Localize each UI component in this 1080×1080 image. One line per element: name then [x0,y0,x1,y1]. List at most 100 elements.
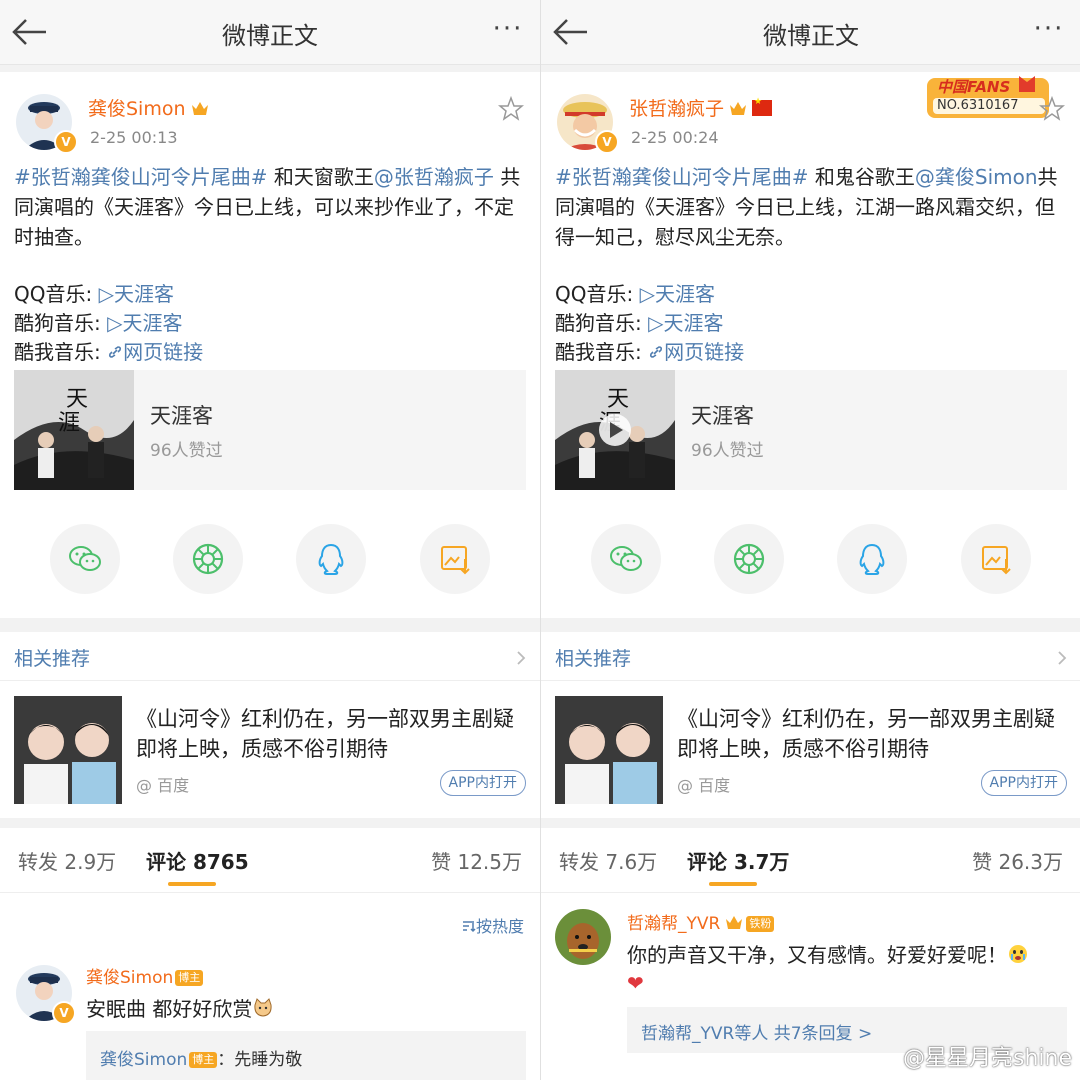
china-flag-icon [752,97,773,116]
moments-share-button[interactable] [714,524,784,594]
comment-author[interactable]: 哲瀚帮_YVR 铁粉 [627,909,775,934]
page-title: 微博正文 [222,22,318,50]
heart-emoji: ❤ [627,971,644,995]
tab-like[interactable]: 赞 12.5万 [431,846,522,875]
music-line-qq: QQ音乐: ▷天涯客 [14,282,174,306]
link-icon [650,346,663,358]
music-link[interactable]: ▷天涯客 [640,282,715,306]
page-title: 微博正文 [763,22,859,50]
topic-link[interactable]: #张哲瀚龚俊山河令片尾曲# [14,165,268,189]
svg-text:天: 天 [66,387,88,412]
more-options-icon[interactable]: ··· [1029,14,1069,50]
music-card[interactable]: 天涯 天涯客 96人赞过 [14,370,526,490]
music-link[interactable]: ▷天涯客 [107,311,182,335]
wechat-icon [69,546,101,571]
wechat-icon [610,546,642,571]
screenshot: 微博正文 ··· V 龚俊Simon 2-25 00:13 #张哲瀚龚俊山河令片… [0,0,1080,1080]
tab-forward[interactable]: 转发 2.9万 [18,846,116,875]
related-thumbnail-image [555,696,663,804]
related-source: @ 百度 [136,776,190,795]
super-fan-tag: 铁粉 [746,916,775,932]
related-header: 相关推荐 [555,648,632,670]
album-cover-image: 天涯 [555,370,675,490]
related-header: 相关推荐 [14,648,91,670]
svg-text:天: 天 [607,387,629,412]
cat-emoji-icon [254,998,272,1017]
related-recommendation[interactable]: 相关推荐 《山河令》红利仍在，另一部双男主剧疑即将上映，质感不俗引期待 @ 百度… [541,632,1080,818]
moments-icon [733,543,765,575]
qq-share-button[interactable] [296,524,366,594]
save-image-button[interactable] [961,524,1031,594]
comment-list: 按热度 V 龚俊Simon 博主 安眠曲 都好好欣赏 龚俊Simon 博主 ：先睡为敬 [0,893,540,1080]
save-image-icon [982,546,1011,575]
verified-badge: V [595,130,619,154]
music-line-kugou: 酷狗音乐: ▷天涯客 [14,311,183,335]
music-line-kuwo: 酷我音乐: 网页链接 [555,340,745,364]
sort-by-hot-button[interactable]: 按热度 [462,913,524,937]
crown-icon [726,916,743,929]
related-thumbnail-image [14,696,122,804]
mention-link[interactable]: @张哲瀚疯子 [374,165,494,189]
watermark: @星星月亮shine [903,1046,1072,1071]
music-card[interactable]: 天涯 天涯客 96人赞过 [555,370,1067,490]
post-time: 2-25 00:13 [90,128,178,147]
music-title: 天涯客 [150,404,213,428]
author-name[interactable]: 龚俊Simon [88,94,210,121]
chevron-right-icon [1058,651,1067,665]
fans-number: NO.6310167 [937,98,1019,113]
music-likes: 96人赞过 [691,441,764,461]
top-bar: 微博正文 ··· [0,0,540,65]
share-bar [541,524,1080,596]
link-icon [109,346,122,358]
web-link[interactable]: 网页链接 [107,340,203,364]
divider [0,680,540,681]
music-line-kugou: 酷狗音乐: ▷天涯客 [555,311,724,335]
related-recommendation[interactable]: 相关推荐 《山河令》红利仍在，另一部双男主剧疑即将上映，质感不俗引期待 @ 百度… [0,632,540,818]
open-in-app-button[interactable]: APP内打开 [439,770,526,796]
reply-preview[interactable]: 龚俊Simon 博主 ：先睡为敬 [86,1031,526,1080]
fans-brand: 中国FANS [937,78,1011,96]
topic-link[interactable]: #张哲瀚龚俊山河令片尾曲# [555,165,809,189]
comment-text: 你的声音又干净，又有感情。好爱好爱呢！ ❤ [627,941,1067,997]
active-tab-indicator [168,882,216,886]
post-text: #张哲瀚龚俊山河令片尾曲# 和鬼谷歌王@龚俊Simon共同演唱的《天涯客》今日已… [555,165,1058,249]
post-card: V 龚俊Simon 2-25 00:13 #张哲瀚龚俊山河令片尾曲# 和天窗歌王… [0,72,540,618]
wechat-share-button[interactable] [591,524,661,594]
open-in-app-button[interactable]: APP内打开 [980,770,1067,796]
web-link[interactable]: 网页链接 [648,340,744,364]
tab-comment[interactable]: 评论 8765 [146,846,249,875]
blogger-tag: 博主 [175,970,204,986]
music-likes: 96人赞过 [150,441,223,461]
music-line-kuwo: 酷我音乐: 网页链接 [14,340,204,364]
tab-like[interactable]: 赞 26.3万 [972,846,1063,875]
svg-text:涯: 涯 [58,411,80,436]
save-image-icon [441,546,470,575]
favorite-star-icon[interactable] [498,96,524,122]
related-source: @ 百度 [677,776,731,795]
crying-emoji-icon [1009,945,1027,963]
moments-share-button[interactable] [173,524,243,594]
mention-link[interactable]: @龚俊Simon [915,165,1038,189]
author-name[interactable]: 张哲瀚疯子 [629,94,773,121]
divider [541,680,1080,681]
wechat-share-button[interactable] [50,524,120,594]
music-title: 天涯客 [691,404,754,428]
tab-forward[interactable]: 转发 7.6万 [559,846,657,875]
favorite-star-icon[interactable] [1039,96,1065,122]
save-image-button[interactable] [420,524,490,594]
music-link[interactable]: ▷天涯客 [99,282,174,306]
comment-author[interactable]: 龚俊Simon 博主 [86,963,204,988]
comment-text: 安眠曲 都好好欣赏 [86,993,274,1022]
crown-icon [730,102,747,115]
tab-comment[interactable]: 评论 3.7万 [687,846,789,875]
music-link[interactable]: ▷天涯客 [648,311,723,335]
related-title: 《山河令》红利仍在，另一部双男主剧疑即将上映，质感不俗引期待 [136,707,514,761]
comment-avatar[interactable] [555,909,611,965]
share-bar [0,524,540,596]
qq-share-button[interactable] [837,524,907,594]
more-options-icon[interactable]: ··· [488,14,528,50]
post-card: V 张哲瀚疯子 2-25 00:24 中国FANS NO.6310167 #张哲… [541,72,1080,618]
crown-icon [191,102,208,115]
post-time: 2-25 00:24 [631,128,719,147]
post-tabs: 转发 2.9万 评论 8765 赞 12.5万 [0,828,540,893]
